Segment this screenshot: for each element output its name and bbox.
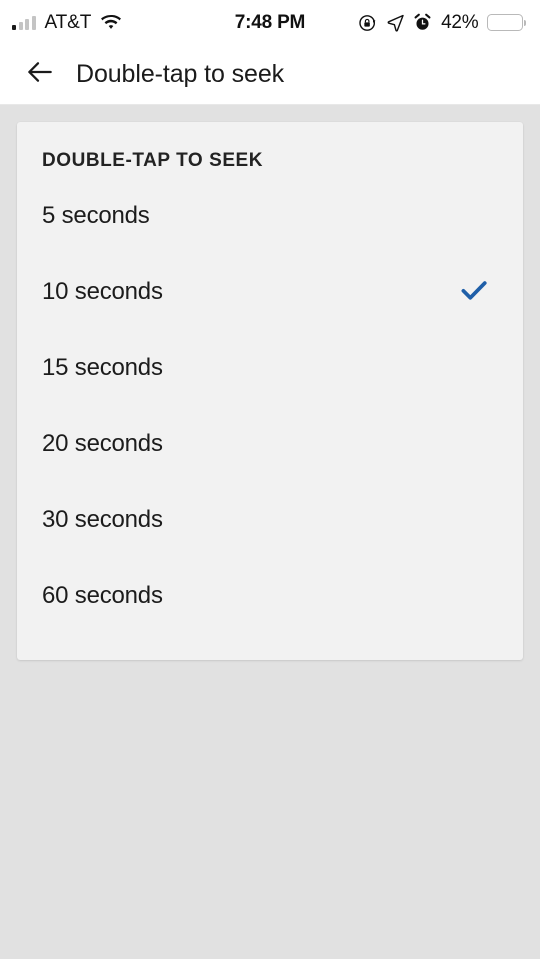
settings-content: DOUBLE-TAP TO SEEK 5 seconds 10 seconds …: [0, 105, 540, 677]
location-arrow-icon: [386, 13, 405, 32]
option-row-60-seconds[interactable]: 60 seconds: [17, 558, 523, 634]
double-tap-to-seek-card: DOUBLE-TAP TO SEEK 5 seconds 10 seconds …: [17, 122, 523, 660]
check-icon: [457, 273, 491, 312]
back-button[interactable]: [20, 55, 60, 95]
status-bar-right: 42%: [358, 12, 526, 34]
battery-percent-label: 42%: [441, 11, 479, 33]
clock-label: 7:48 PM: [234, 11, 306, 33]
option-label: 5 seconds: [42, 202, 150, 229]
app-bar: Double-tap to seek: [0, 45, 540, 105]
page-title: Double-tap to seek: [76, 60, 285, 88]
arrow-back-icon: [24, 56, 56, 93]
rotation-lock-icon: [358, 13, 378, 33]
alarm-clock-icon: [413, 13, 432, 32]
carrier-label: AT&T: [44, 11, 92, 33]
option-label: 10 seconds: [42, 278, 163, 305]
option-label: 15 seconds: [42, 354, 163, 381]
option-row-15-seconds[interactable]: 15 seconds: [17, 330, 523, 406]
option-label: 30 seconds: [42, 506, 163, 533]
battery-icon: [486, 14, 526, 31]
option-label: 60 seconds: [42, 582, 163, 609]
status-bar: AT&T 7:48 PM 42%: [0, 0, 540, 45]
signal-bars-icon: [12, 15, 36, 30]
option-row-10-seconds[interactable]: 10 seconds: [17, 254, 523, 330]
option-row-30-seconds[interactable]: 30 seconds: [17, 482, 523, 558]
section-header: DOUBLE-TAP TO SEEK: [42, 150, 264, 171]
option-row-5-seconds[interactable]: 5 seconds: [17, 178, 523, 254]
status-bar-left: AT&T: [12, 12, 122, 34]
wifi-icon: [100, 14, 122, 31]
option-label: 20 seconds: [42, 430, 163, 457]
option-row-20-seconds[interactable]: 20 seconds: [17, 406, 523, 482]
